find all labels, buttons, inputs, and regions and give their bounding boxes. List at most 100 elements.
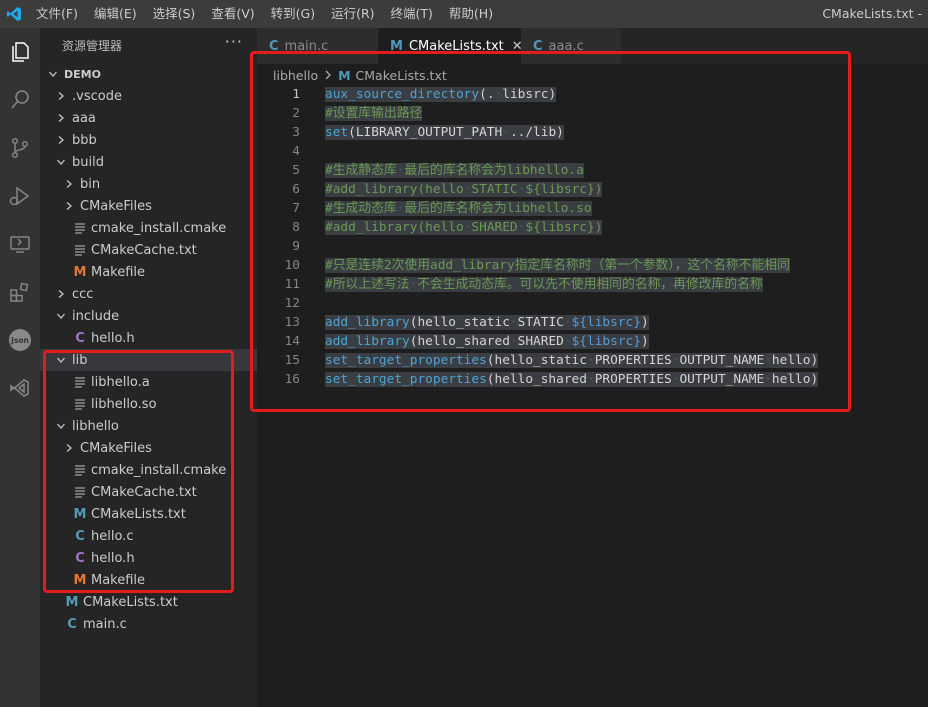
menu-item[interactable]: 运行(R) <box>323 0 382 28</box>
explorer-icon[interactable] <box>0 32 40 72</box>
menu-item[interactable]: 查看(V) <box>203 0 262 28</box>
tree-folder[interactable]: ccc <box>40 283 257 305</box>
tree-label: CMakeCache.txt <box>91 484 197 500</box>
source-control-icon[interactable] <box>0 128 40 168</box>
line-number: 15 <box>284 353 300 368</box>
code-token: . <box>486 87 495 102</box>
tree-file[interactable]: Cmain.c <box>40 613 257 635</box>
tab-bar: Cmain.c M CMakeLists.txt ✕ Caaa.c <box>257 28 928 64</box>
menu-item[interactable]: 文件(F) <box>28 0 86 28</box>
line-number: 13 <box>284 315 300 330</box>
tree-file[interactable]: libhello.a <box>40 371 257 393</box>
tree-file[interactable]: M Makefile <box>40 261 257 283</box>
text-file-icon <box>72 398 88 410</box>
explorer-header: 资源管理器 <box>62 39 123 53</box>
tree-label: cmake_install.cmake <box>91 220 227 236</box>
code-editor[interactable]: 1 aux_source_directory(.·libsrc) 2 #设置库输出路径… <box>257 84 928 707</box>
line-number: 3 <box>292 125 300 140</box>
code-token: #所以上述写法 <box>325 277 410 292</box>
code-token: #add_library(hello <box>325 220 464 235</box>
tree-label: CMakeFiles <box>80 198 152 214</box>
tab-main-c[interactable]: Cmain.c <box>257 28 378 64</box>
c-file-icon: C <box>75 528 85 544</box>
menu-item[interactable]: 终端(T) <box>383 0 441 28</box>
code-token: · <box>586 372 595 387</box>
tab-label: main.c <box>284 38 329 54</box>
tree-folder[interactable]: bbb <box>40 129 257 151</box>
tree-folder[interactable]: CMakeFiles <box>40 437 257 459</box>
code-line: 1 aux_source_directory(.·libsrc) <box>257 85 928 104</box>
code-line: 16 set_target_properties(hello_shared·PRO… <box>257 370 928 389</box>
tree-folder[interactable]: libhello <box>40 415 257 437</box>
tab-cmakelists-txt[interactable]: M CMakeLists.txt ✕ <box>378 28 523 64</box>
menu-item[interactable]: 转到(G) <box>263 0 323 28</box>
code-token: hello) <box>771 372 819 387</box>
tab-aaa-c[interactable]: Caaa.c <box>521 28 621 64</box>
breadcrumb-folder[interactable]: libhello <box>273 68 318 83</box>
breadcrumb-file[interactable]: CMakeLists.txt <box>356 68 447 83</box>
menu-item[interactable]: 选择(S) <box>145 0 204 28</box>
tree-folder[interactable]: bin <box>40 173 257 195</box>
tree-file[interactable]: M CMakeLists.txt <box>40 591 257 613</box>
code-text: aux_source_directory(.·libsrc) <box>325 85 557 104</box>
run-debug-icon[interactable] <box>0 176 40 216</box>
tree-label: bin <box>80 176 101 192</box>
code-token: ) <box>640 315 649 330</box>
chevron-down-icon <box>54 421 68 431</box>
tree-file[interactable]: M Makefile <box>40 569 257 591</box>
tree-label: bbb <box>72 132 97 148</box>
menu-item[interactable]: 帮助(H) <box>441 0 501 28</box>
code-token: OUTPUT_NAME <box>679 372 765 387</box>
tree-folder[interactable]: .vscode <box>40 85 257 107</box>
line-number: 6 <box>292 182 300 197</box>
tree-folder[interactable]: CMakeFiles <box>40 195 257 217</box>
code-line: 11 #所以上述写法·不会生成动态库。可以先不使用相同的名称，再修改库的名称 <box>257 275 928 294</box>
tree-file[interactable]: M CMakeLists.txt <box>40 503 257 525</box>
code-token: · <box>764 372 772 387</box>
tree-file[interactable]: CMakeCache.txt <box>40 239 257 261</box>
selection-highlight: set_target_properties(hello_shared·PROPE… <box>325 372 819 387</box>
tree-file[interactable]: Chello.h <box>40 547 257 569</box>
selection-highlight: add_library(hello_static·STATIC·${libsrc… <box>325 315 649 330</box>
selection-highlight: #生成静态库·最后的库名称会为libhello.a <box>325 163 584 178</box>
tree-folder[interactable]: lib <box>40 349 257 371</box>
code-text: #add_library(hello·SHARED·${libsrc}) <box>325 218 603 237</box>
code-text: set_target_properties(hello_static·PROPE… <box>325 351 819 370</box>
selection-highlight: add_library(hello_shared·SHARED·${libsrc… <box>325 334 649 349</box>
code-token: hello) <box>771 353 819 368</box>
tree-label: lib <box>72 352 88 368</box>
tree-label: CMakeCache.txt <box>91 242 197 258</box>
chevron-right-icon <box>54 289 68 299</box>
extensions-icon[interactable] <box>0 272 40 312</box>
chevron-right-icon <box>324 68 332 83</box>
selection-highlight: #只是连续2次使用add_library指定库名称时（第一个参数），这个名称不能… <box>325 258 790 273</box>
line-number: 2 <box>292 106 300 121</box>
tree-folder[interactable]: aaa <box>40 107 257 129</box>
menu-item[interactable]: 编辑(E) <box>86 0 145 28</box>
json-icon[interactable]: Json <box>0 320 40 360</box>
header-file-icon: C <box>75 550 85 566</box>
tree-file[interactable]: cmake_install.cmake <box>40 217 257 239</box>
chevron-down-icon <box>54 355 68 365</box>
visual-studio-icon[interactable] <box>0 368 40 408</box>
line-number: 8 <box>292 220 300 235</box>
tree-root[interactable]: DEMO <box>40 63 257 85</box>
tree-file[interactable]: cmake_install.cmake <box>40 459 257 481</box>
search-icon[interactable] <box>0 80 40 120</box>
code-token: SHARED <box>471 220 518 235</box>
tree-file[interactable]: Chello.h <box>40 327 257 349</box>
more-actions-icon[interactable]: ··· <box>225 32 243 51</box>
tree-file[interactable]: libhello.so <box>40 393 257 415</box>
tree-label: CMakeLists.txt <box>91 506 186 522</box>
remote-explorer-icon[interactable] <box>0 224 40 264</box>
code-token: #设置库输出路径 <box>325 106 423 121</box>
window-title: CMakeLists.txt - <box>822 6 922 21</box>
tree-folder[interactable]: include <box>40 305 257 327</box>
selection-highlight: set(LIBRARY_OUTPUT_PATH·../lib) <box>325 125 564 140</box>
code-text: set(LIBRARY_OUTPUT_PATH·../lib) <box>325 123 564 142</box>
tree-file[interactable]: CMakeCache.txt <box>40 481 257 503</box>
tree-label: main.c <box>83 616 127 632</box>
tree-folder[interactable]: build <box>40 151 257 173</box>
chevron-right-icon <box>62 443 76 453</box>
tree-file[interactable]: Chello.c <box>40 525 257 547</box>
